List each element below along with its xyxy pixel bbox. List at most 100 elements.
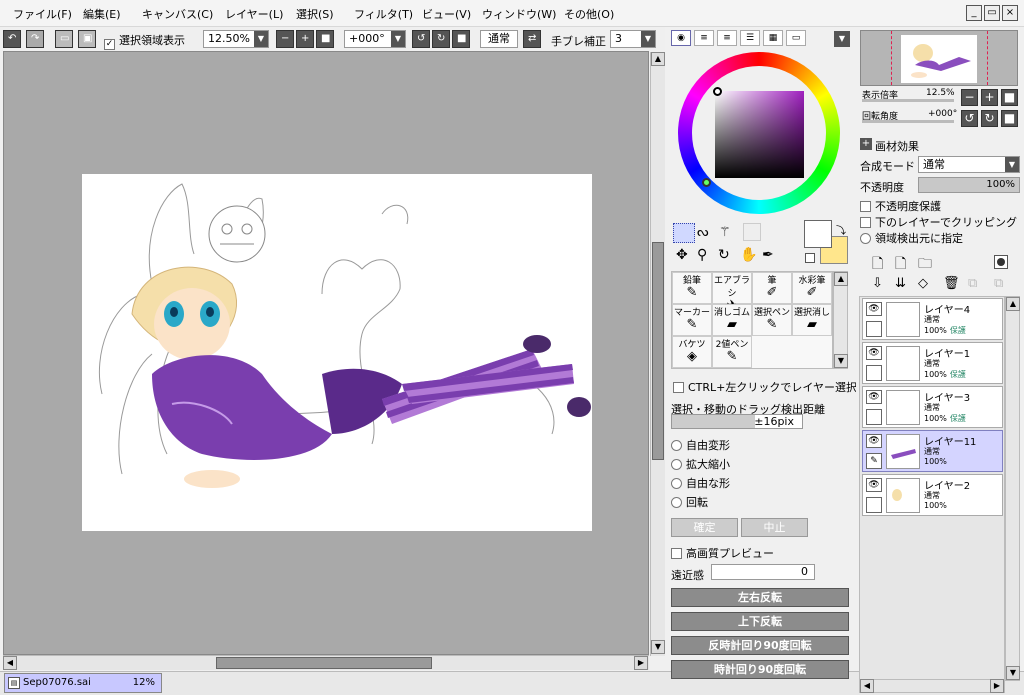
- scroll-up-icon[interactable]: ▲: [834, 272, 848, 286]
- eye-icon[interactable]: 👁: [866, 434, 882, 448]
- eye-icon[interactable]: 👁: [866, 478, 882, 492]
- new-linework-layer-icon[interactable]: 🗋: [895, 253, 906, 277]
- new-layer-icon[interactable]: 🗋: [872, 253, 883, 277]
- radio[interactable]: [671, 497, 682, 508]
- tool-select-erase[interactable]: 選択消し ▰: [792, 304, 832, 336]
- maximize-icon[interactable]: ▭: [984, 5, 1000, 21]
- scroll-up-icon[interactable]: ▲: [651, 52, 665, 66]
- eyedropper-icon[interactable]: ✒: [762, 247, 774, 263]
- stabilizer-select[interactable]: 3 ▼: [610, 30, 656, 48]
- layer-row-selected[interactable]: 👁 ✎ レイヤー11 通常 100%: [862, 430, 1003, 472]
- eye-icon[interactable]: 👁: [866, 302, 882, 316]
- move-icon[interactable]: ✥: [676, 247, 688, 263]
- clear-layer-icon[interactable]: ◇: [918, 276, 928, 291]
- nav-rotate-left-icon[interactable]: ↺: [961, 110, 978, 127]
- layer-row[interactable]: 👁 レイヤー1 通常 100% 保護: [862, 342, 1003, 384]
- radio[interactable]: [671, 478, 682, 489]
- default-colors-icon[interactable]: [805, 253, 815, 263]
- selection-source-option[interactable]: 領域検出元に指定: [860, 230, 963, 246]
- opacity-slider[interactable]: 100%: [918, 177, 1020, 193]
- ctrl-click-option[interactable]: CTRL+左クリックでレイヤー選択: [673, 379, 857, 395]
- rotation-select[interactable]: +000° ▼: [344, 30, 406, 48]
- hq-preview-option[interactable]: 高画質プレビュー: [671, 545, 774, 561]
- delete-layer-icon[interactable]: 🗑: [943, 276, 960, 291]
- perspective-slider[interactable]: 0: [711, 564, 815, 580]
- minimize-icon[interactable]: _: [966, 5, 982, 21]
- rotate-reset-icon[interactable]: ■: [452, 30, 470, 48]
- foreground-color-swatch[interactable]: [804, 220, 832, 248]
- sv-picker-handle[interactable]: [713, 87, 722, 96]
- invert-selection-icon[interactable]: ▣: [78, 30, 96, 48]
- eye-icon[interactable]: 👁: [866, 346, 882, 360]
- saturation-value-square[interactable]: [715, 91, 804, 178]
- scroll-down-icon[interactable]: ▼: [651, 640, 665, 654]
- vscroll-thumb[interactable]: [652, 242, 664, 460]
- nav-rotate-right-icon[interactable]: ↻: [981, 110, 998, 127]
- blend-mode-button[interactable]: 通常: [480, 30, 518, 48]
- tool-select-pen[interactable]: 選択ペン ✎: [752, 304, 792, 336]
- tool-brush[interactable]: 筆 ✐: [752, 272, 792, 304]
- scroll-left-icon[interactable]: ◀: [3, 656, 17, 670]
- show-selection-toggle[interactable]: ✓ 選択領域表示: [104, 32, 185, 50]
- rect-select-icon[interactable]: [673, 223, 695, 243]
- scroll-right-icon[interactable]: ▶: [990, 679, 1004, 693]
- hscroll-thumb[interactable]: [216, 657, 432, 669]
- layer-lock-toggle[interactable]: [866, 497, 882, 513]
- transfer-down-icon[interactable]: ⇩: [872, 276, 883, 291]
- layer-row[interactable]: 👁 レイヤー4 通常 100% 保護: [862, 298, 1003, 340]
- clip-lower-checkbox[interactable]: [860, 217, 871, 228]
- menu-edit[interactable]: 編集(E): [83, 6, 121, 22]
- scroll-right-icon[interactable]: ▶: [634, 656, 648, 670]
- rotate-cw-button[interactable]: 時計回り90度回転: [671, 660, 849, 679]
- nav-zoom-reset-icon[interactable]: ■: [1001, 89, 1018, 106]
- menu-select[interactable]: 選択(S): [296, 6, 334, 22]
- flip-icon[interactable]: ⇄: [523, 30, 541, 48]
- tool-binary-pen[interactable]: 2値ペン ✎: [712, 336, 752, 368]
- layer-list-hscrollbar[interactable]: ◀ ▶: [859, 679, 1005, 693]
- swatch-mode-icon[interactable]: ▦: [763, 30, 783, 46]
- drag-distance-slider[interactable]: ±16pix: [671, 414, 803, 429]
- zoom-tool-icon[interactable]: ⚲: [697, 247, 707, 263]
- rotate-tool-icon[interactable]: ↻: [718, 247, 730, 263]
- menu-filter[interactable]: フィルタ(T): [354, 6, 413, 22]
- brush-grid-scrollbar[interactable]: ▲ ▼: [833, 271, 848, 369]
- show-selection-checkbox[interactable]: ✓: [104, 39, 115, 50]
- menu-window[interactable]: ウィンドウ(W): [482, 6, 556, 22]
- canvas-artwork[interactable]: [82, 174, 592, 531]
- layer-lock-toggle[interactable]: [866, 321, 882, 337]
- scroll-left-icon[interactable]: ◀: [860, 679, 874, 693]
- document-tab[interactable]: ▤ Sep07076.sai 12%: [4, 673, 162, 693]
- nav-zoom-in-icon[interactable]: +: [981, 89, 998, 106]
- transform-scale-option[interactable]: 拡大縮小: [671, 456, 730, 472]
- menu-other[interactable]: その他(O): [564, 6, 614, 22]
- protect-opacity-checkbox[interactable]: [860, 201, 871, 212]
- hand-icon[interactable]: ✋: [740, 247, 757, 263]
- scratchpad-mode-icon[interactable]: ▭: [786, 30, 806, 46]
- radio[interactable]: [671, 459, 682, 470]
- panel-menu-icon[interactable]: ▼: [834, 31, 850, 47]
- scroll-up-icon[interactable]: ▲: [1006, 297, 1020, 311]
- undo-icon[interactable]: ↶: [3, 30, 21, 48]
- tool-watercolor[interactable]: 水彩筆 ✐: [792, 272, 832, 304]
- flip-horizontal-button[interactable]: 左右反転: [671, 588, 849, 607]
- rotate-ccw-button[interactable]: 反時計回り90度回転: [671, 636, 849, 655]
- brush-lock-icon[interactable]: ✎: [866, 453, 882, 469]
- tool-airbrush[interactable]: エアブラシ✈: [712, 272, 752, 313]
- confirm-button[interactable]: 確定: [671, 518, 738, 537]
- menu-file[interactable]: ファイル(F): [13, 6, 72, 22]
- color-mixer-mode-icon[interactable]: ☰: [740, 30, 760, 46]
- tool-bucket[interactable]: バケツ ◈: [672, 336, 712, 368]
- menu-view[interactable]: ビュー(V): [422, 6, 471, 22]
- tool-pencil[interactable]: 鉛筆 ✎: [672, 272, 712, 304]
- rgb-slider-mode-icon[interactable]: ≡: [694, 30, 714, 46]
- texture-effect-toggle[interactable]: + 画材効果: [860, 138, 919, 154]
- new-folder-icon[interactable]: 🗀: [918, 253, 932, 277]
- hq-preview-checkbox[interactable]: [671, 548, 682, 559]
- swap-colors-icon[interactable]: ⤵: [836, 222, 846, 237]
- scroll-down-icon[interactable]: ▼: [1006, 666, 1020, 680]
- nav-zoom-slider[interactable]: [862, 99, 954, 102]
- blend-mode-select[interactable]: 通常 ▼: [918, 156, 1020, 173]
- deselect-icon[interactable]: ▭: [55, 30, 73, 48]
- lasso-icon[interactable]: ᔓ: [697, 225, 709, 240]
- cancel-button[interactable]: 中止: [741, 518, 808, 537]
